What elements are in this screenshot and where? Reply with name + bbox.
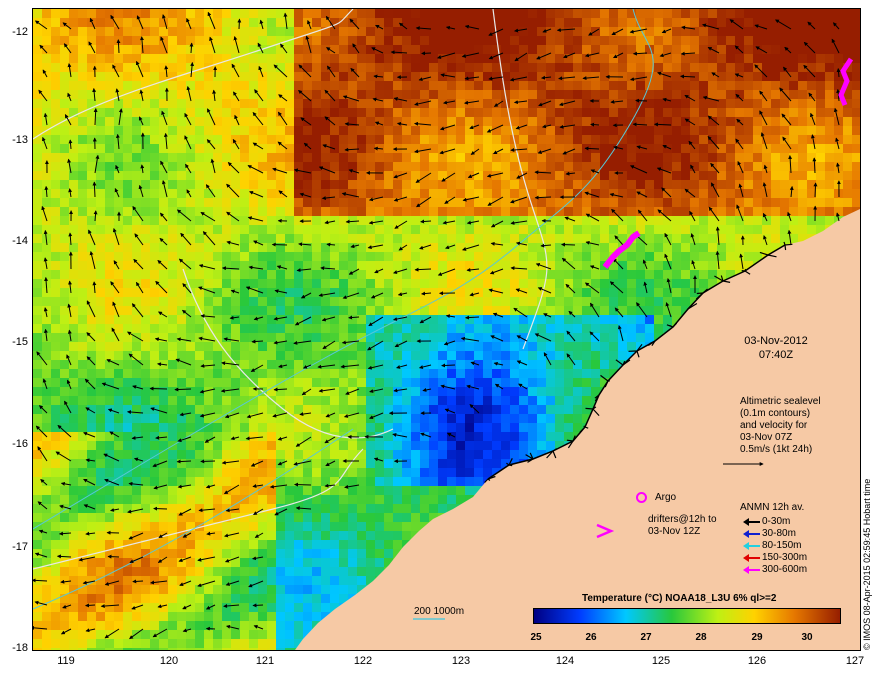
anmn-item-80-150m: 80-150m [740, 540, 807, 552]
altimetry-line-1: Altimetric sealevel [740, 396, 821, 407]
lat-tick-13: -13 [12, 134, 28, 146]
isobath-scale-label: 200 1000m [414, 606, 465, 617]
altimetry-line-2: (0.1m contours) [740, 408, 811, 419]
anmn-label: 30-80m [762, 528, 796, 539]
anmn-label: 0-30m [762, 516, 791, 527]
altimetry-line-4: 03-Nov 07Z [740, 432, 793, 443]
lon-tick-124: 124 [555, 655, 575, 667]
anmn-arrow-icon [740, 516, 762, 528]
lat-tick-17: -17 [12, 541, 28, 553]
lat-tick-16: -16 [12, 438, 28, 450]
anmn-arrow-icon [740, 564, 762, 576]
lat-tick-12: -12 [12, 26, 28, 38]
sst-map [32, 8, 861, 651]
colorbar-tick-29: 29 [751, 632, 763, 643]
anmn-item-150-300m: 150-300m [740, 552, 807, 564]
colorbar-tick-25: 25 [530, 632, 542, 643]
anmn-arrow-icon [740, 528, 762, 540]
altimetry-legend: Altimetric sealevel (0.1m contours) and … [740, 396, 821, 456]
lon-tick-125: 125 [651, 655, 671, 667]
drifters-legend: drifters@12h to 03-Nov 12Z [628, 514, 717, 538]
anmn-legend: ANMN 12h av. 0-30m 30-80m 80-150m 150-30… [740, 502, 807, 576]
colorbar-tick-27: 27 [640, 632, 652, 643]
lon-tick-126: 126 [747, 655, 767, 667]
anmn-arrow-icon [740, 552, 762, 564]
colorbar-tick-28: 28 [695, 632, 707, 643]
drifters-line-1: drifters@12h to [648, 514, 717, 525]
date-text: 03-Nov-2012 [744, 335, 808, 347]
date-stamp: 03-Nov-2012 07:40Z [728, 334, 824, 362]
anmn-label: 80-150m [762, 540, 802, 551]
colorbar-tick-26: 26 [585, 632, 597, 643]
anmn-title: ANMN 12h av. [740, 502, 805, 513]
anmn-item-0-30m: 0-30m [740, 516, 807, 528]
argo-circle-icon [636, 492, 647, 503]
credit-text: © IMOS 08-Apr-2015 02:59:45 Hobart time [862, 478, 872, 650]
colorbar-title: Temperature (°C) NOAA18_L3U 6% ql>=2 [582, 593, 777, 604]
altimetry-line-3: and velocity for [740, 420, 808, 431]
anmn-arrow-icon [740, 540, 762, 552]
lat-tick-18: -18 [12, 642, 28, 654]
argo-label: Argo [655, 492, 677, 504]
anmn-label: 300-600m [762, 564, 808, 575]
argo-legend: Argo [636, 492, 676, 504]
altimetry-line-5: 0.5m/s (1kt 24h) [740, 444, 813, 455]
lon-tick-122: 122 [353, 655, 373, 667]
anmn-item-30-80m: 30-80m [740, 528, 807, 540]
lat-tick-14: -14 [12, 235, 28, 247]
sst-map-canvas [33, 9, 860, 650]
lon-tick-121: 121 [255, 655, 275, 667]
anmn-item-300-600m: 300-600m [740, 564, 807, 576]
lon-tick-123: 123 [451, 655, 471, 667]
lon-tick-127: 127 [845, 655, 865, 667]
lat-tick-15: -15 [12, 336, 28, 348]
colorbar-tick-30: 30 [801, 632, 813, 643]
time-text: 07:40Z [758, 349, 794, 361]
drifters-line-2: 03-Nov 12Z [648, 526, 701, 537]
lon-tick-119: 119 [57, 655, 75, 667]
temperature-colorbar [533, 608, 841, 624]
lon-tick-120: 120 [159, 655, 179, 667]
anmn-label: 150-300m [762, 552, 808, 563]
